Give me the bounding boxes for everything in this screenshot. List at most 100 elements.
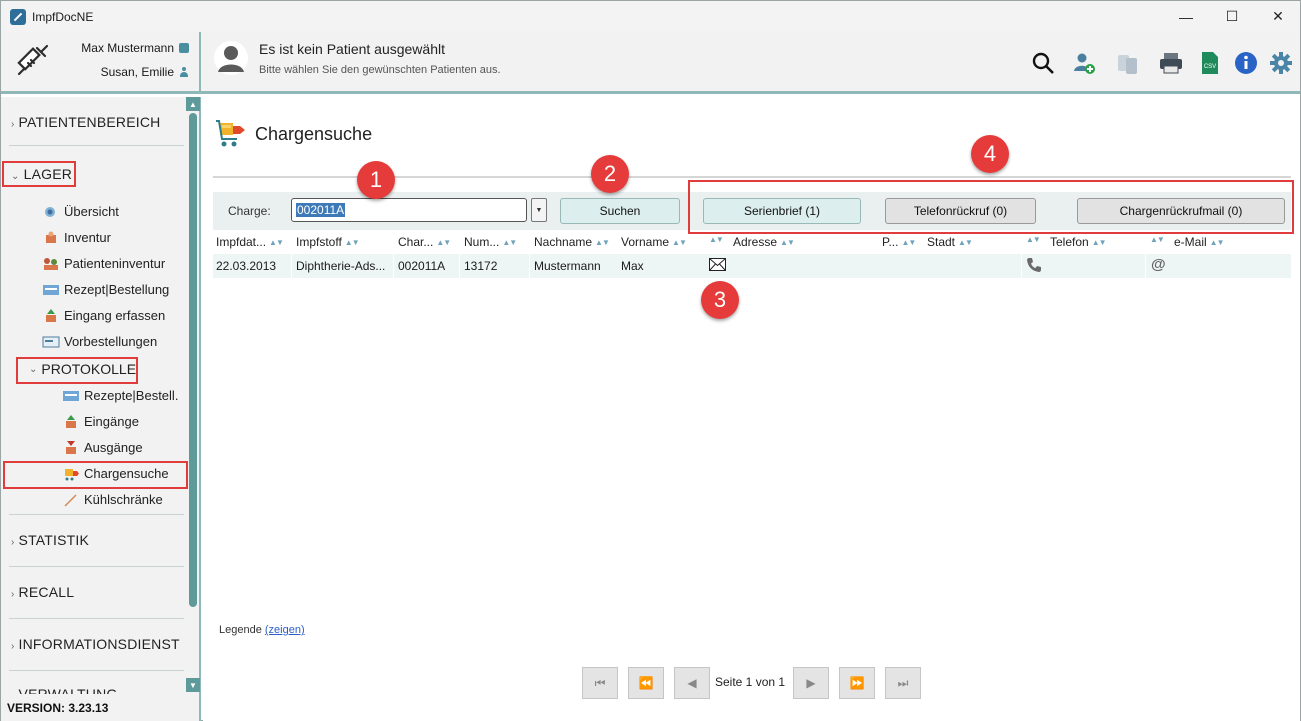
prev-page-button[interactable]: ◀ <box>674 667 710 699</box>
sort-icon: ▲▼ <box>436 237 451 247</box>
column-header-email[interactable]: e-Mail ▲▼ <box>1174 235 1225 249</box>
column-header-mail-flag[interactable]: ▲▼ <box>1150 235 1165 244</box>
next-fast-button[interactable]: ⏩ <box>839 667 875 699</box>
next-page-button[interactable]: ▶ <box>793 667 829 699</box>
close-button[interactable]: ✕ <box>1255 1 1301 32</box>
column-label: Nachname <box>534 235 593 249</box>
overview-icon <box>42 205 60 219</box>
legend-show-link[interactable]: (zeigen) <box>265 624 305 636</box>
sort-icon: ▲▼ <box>344 237 360 247</box>
cell-firstname: Max <box>621 259 644 273</box>
info-icon[interactable] <box>1233 50 1259 76</box>
first-page-icon: ⏮ <box>594 675 606 690</box>
copy-icon[interactable] <box>1115 50 1141 76</box>
nav-section-verwaltung[interactable]: ›VERWALTUNG <box>11 686 118 694</box>
divider <box>9 670 184 671</box>
column-header-stadt[interactable]: Stadt ▲▼ <box>927 235 973 249</box>
sidebar-item-label: Vorbestellungen <box>64 334 158 349</box>
nav-section-statistik[interactable]: › STATISTIK <box>11 532 89 548</box>
column-header-telefon-flag[interactable]: ▲▼ <box>1026 235 1041 244</box>
sidebar-item-label: Inventur <box>64 230 111 245</box>
charge-input[interactable]: 002011A <box>291 198 527 222</box>
current-sub-user[interactable]: Susan, Emilie <box>101 65 189 79</box>
sidebar-item-label: Rezept|Bestellung <box>64 282 170 297</box>
sidebar-item-rezept-bestellung[interactable]: Rezept|Bestellung <box>42 282 169 297</box>
charge-dropdown-button[interactable]: ▼ <box>531 198 547 222</box>
sidebar-item-ausgaenge[interactable]: Ausgänge <box>62 440 143 455</box>
sidebar-item-label: Ausgänge <box>84 440 143 455</box>
app-logo-icon <box>10 8 26 25</box>
column-header-adresse[interactable]: Adresse ▲▼ <box>733 235 795 249</box>
annotation-badge-2: 2 <box>591 155 629 193</box>
last-page-icon: ⏭ <box>897 675 909 690</box>
search-button[interactable]: Suchen <box>560 198 680 224</box>
at-icon[interactable]: @ <box>1151 256 1166 273</box>
column-separator <box>459 254 460 278</box>
cell-number: 13172 <box>464 259 498 273</box>
csv-icon[interactable]: CSV <box>1197 50 1223 76</box>
column-header-impfdatum[interactable]: Impfdat... ▲▼ <box>216 235 284 249</box>
column-header-plz[interactable]: P... ▲▼ <box>882 235 916 249</box>
sidebar-item-uebersicht[interactable]: Übersicht <box>42 204 119 219</box>
nav-section-patientenbereich[interactable]: › PATIENTENBEREICH <box>11 114 160 130</box>
page-indicator: Seite 1 von 1 <box>715 675 786 689</box>
sidebar-item-label: Patienteninventur <box>64 256 166 271</box>
home-icon <box>179 43 189 53</box>
annotation-badge-1: 1 <box>357 161 395 199</box>
sidebar-item-inventur[interactable]: Inventur <box>42 230 111 245</box>
nav-section-label: STATISTIK <box>18 532 90 548</box>
user-name: Max Mustermann <box>81 41 174 55</box>
sidebar-item-eingang-erfassen[interactable]: Eingang erfassen <box>42 308 165 323</box>
sidebar-item-kuehlschraenke[interactable]: Kühlschränke <box>62 492 163 507</box>
scroll-up-button[interactable]: ▲ <box>186 97 200 111</box>
column-separator <box>1145 254 1146 278</box>
phone-icon[interactable] <box>1026 257 1042 276</box>
column-header-telefon[interactable]: Telefon ▲▼ <box>1050 235 1107 249</box>
column-header-vorname[interactable]: Vorname ▲▼ <box>621 235 687 249</box>
settings-icon[interactable] <box>1268 50 1294 76</box>
sort-icon: ▲▼ <box>709 235 724 244</box>
user-block: Max Mustermann Susan, Emilie <box>1 32 201 91</box>
sort-icon: ▲▼ <box>502 237 517 247</box>
rewind-icon: ⏪ <box>638 676 654 690</box>
first-page-button[interactable]: ⏮ <box>582 667 618 699</box>
column-label: e-Mail <box>1174 235 1207 249</box>
scroll-down-button[interactable]: ▼ <box>186 678 200 692</box>
column-header-brief[interactable]: ▲▼ <box>709 235 724 244</box>
add-patient-icon[interactable] <box>1071 50 1097 76</box>
column-separator <box>393 254 394 278</box>
highlight-box-protokolle <box>16 357 138 384</box>
cell-lastname: Mustermann <box>534 259 601 273</box>
search-icon[interactable] <box>1030 50 1056 76</box>
sort-icon: ▲▼ <box>672 237 687 247</box>
column-header-impfstoff[interactable]: Impfstoff ▲▼ <box>296 235 360 249</box>
column-header-nachname[interactable]: Nachname ▲▼ <box>534 235 610 249</box>
maximize-button[interactable]: ☐ <box>1209 1 1255 32</box>
sort-icon: ▲▼ <box>1091 237 1107 247</box>
minimize-button[interactable]: — <box>1163 1 1209 32</box>
sidebar-item-rezepte-bestell[interactable]: Rezepte|Bestell. <box>62 388 178 403</box>
cell-date: 22.03.2013 <box>216 259 277 273</box>
current-user[interactable]: Max Mustermann <box>81 41 189 55</box>
legend: Legende (zeigen) <box>219 624 305 636</box>
chevron-right-icon: › <box>11 537 15 548</box>
sidebar-item-eingaenge[interactable]: Eingänge <box>62 414 139 429</box>
sort-icon: ▲▼ <box>1026 235 1041 244</box>
prev-fast-button[interactable]: ⏪ <box>628 667 664 699</box>
sidebar-item-label: Eingänge <box>84 414 139 429</box>
table-row[interactable]: 22.03.2013 Diphtherie-Ads... 002011A 131… <box>213 254 1291 278</box>
column-header-charge[interactable]: Char... ▲▼ <box>398 235 451 249</box>
scroll-thumb[interactable] <box>189 113 197 607</box>
nav-section-informationsdienst[interactable]: › INFORMATIONSDIENST <box>11 636 180 652</box>
envelope-icon[interactable] <box>709 258 726 274</box>
page-title: Chargensuche <box>255 123 373 144</box>
column-header-nummer[interactable]: Num... ▲▼ <box>464 235 517 249</box>
nav-section-recall[interactable]: › RECALL <box>11 584 74 600</box>
print-icon[interactable] <box>1158 50 1184 76</box>
nav-section-label: INFORMATIONSDIENST <box>18 636 180 652</box>
sidebar-item-patienteninventur[interactable]: Patienteninventur <box>42 256 165 271</box>
sidebar-item-vorbestellungen[interactable]: Vorbestellungen <box>42 334 157 349</box>
last-page-button[interactable]: ⏭ <box>885 667 921 699</box>
sidebar-scrollbar[interactable]: ▲ ▼ <box>186 97 200 697</box>
version-label: VERSION: 3.23.13 <box>7 701 109 715</box>
